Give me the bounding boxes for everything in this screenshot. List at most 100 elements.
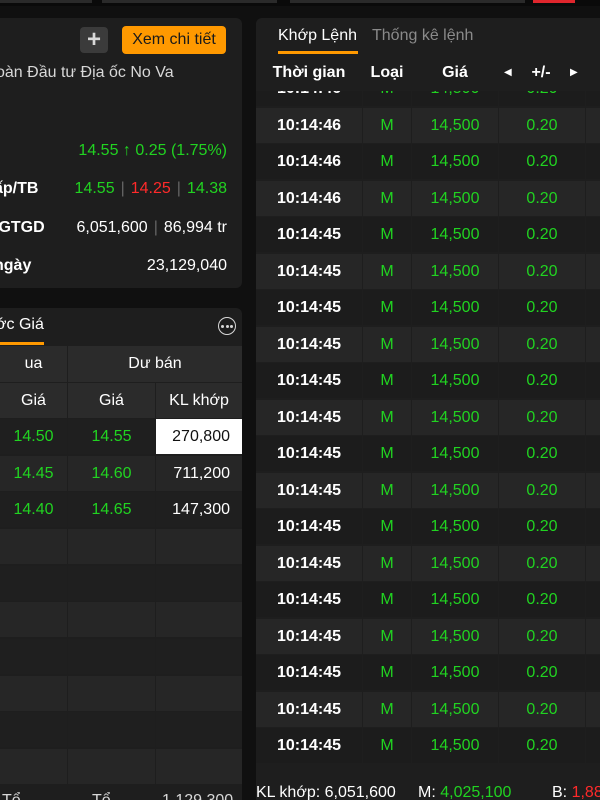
table-row[interactable]: 10:14:45 M 14,500 0.20 — [256, 509, 600, 545]
top-bar-segment-red — [533, 0, 575, 3]
footer-sell-volume: B: 1,88 — [552, 784, 600, 800]
table-row[interactable]: 10:14:45 M 14,500 0.20 — [256, 691, 600, 728]
column-header-sell-price: Giá — [68, 383, 155, 418]
matched-volume-cell: 147,300 — [156, 492, 242, 527]
b-label: B: — [552, 784, 568, 800]
price-cell: 14,500 — [412, 399, 498, 435]
sell-price-cell[interactable]: 14.60 — [68, 456, 155, 491]
caret-right-icon[interactable]: ▶ — [570, 55, 578, 91]
table-row[interactable]: 10:14:45 M 14,500 0.20 — [256, 655, 600, 691]
tab-order-statistics[interactable]: Thống kê lệnh — [372, 27, 473, 45]
time-cell: 10:14:45 — [256, 728, 362, 763]
table-row[interactable]: 10:14:46M14,5000.20 — [256, 180, 600, 217]
separator: | — [153, 219, 158, 236]
top-bar-segment — [290, 0, 525, 3]
table-row[interactable]: 10:14:45 M 14,500 0.20 — [256, 399, 600, 436]
price-cell: 14,500 — [412, 472, 498, 508]
overflow-cell — [586, 582, 600, 617]
change-cell: 0.20 — [499, 399, 585, 435]
more-horizontal-icon[interactable] — [218, 317, 236, 335]
change-cell: 0.20 — [499, 363, 585, 398]
table-row[interactable]: 10:14:45 M 14,500 0.20 — [256, 217, 600, 253]
table-row[interactable]: 10:14:46M14,5000.20 — [256, 107, 600, 144]
view-detail-button[interactable]: Xem chi tiết — [122, 26, 226, 54]
price-cell: 14,500 — [412, 290, 498, 325]
price-step-panel: ớc Giá ua Dư bán Giá Giá KL khớp 14.50 1… — [0, 308, 242, 800]
table-row[interactable]: 10:14:45 M 14,500 0.20 — [256, 326, 600, 363]
separator: | — [120, 180, 125, 197]
price-cell: 14,500 — [412, 655, 498, 690]
time-cell: 10:14:45 — [256, 618, 362, 654]
high-low-avg-label: ấp/TB — [0, 180, 39, 197]
overflow-cell — [586, 399, 600, 435]
tab-matched-orders[interactable]: Khớp Lệnh — [278, 27, 357, 45]
tab-price-step[interactable]: ớc Giá — [0, 316, 44, 334]
sell-price-cell[interactable]: 14.55 — [68, 419, 155, 454]
active-tab-indicator — [278, 51, 358, 54]
high-price: 14.55 — [74, 180, 115, 197]
column-header-type: Loại — [370, 64, 404, 81]
time-cell: 10:14:46 — [256, 91, 362, 106]
total-value: 86,994 tr — [163, 219, 227, 236]
overflow-cell — [586, 363, 600, 398]
type-cell: M — [363, 655, 411, 690]
sell-price-cell[interactable]: 14.65 — [68, 492, 155, 527]
matched-volume-cell: 270,800 — [156, 419, 242, 454]
table-row[interactable]: 10:14:45 M 14,500 0.20 — [256, 545, 600, 582]
time-cell: 10:14:45 — [256, 290, 362, 325]
table-row[interactable]: 10:14:45 M 14,500 0.20 — [256, 290, 600, 326]
price-cell: 14,500 — [412, 582, 498, 617]
table-header: Thời gian Loại Giá ◀ +/- ▶ — [256, 55, 600, 91]
column-header-price: Giá — [442, 64, 468, 81]
column-header-change: +/- — [531, 64, 551, 81]
change-cell: 0.20 — [499, 728, 585, 763]
empty-row — [0, 676, 242, 712]
column-header-matched-volume: KL khớp — [156, 383, 242, 418]
table-row[interactable]: 10:14:45 M 14,500 0.20 — [256, 618, 600, 655]
type-cell: M — [363, 545, 411, 581]
type-cell: M — [363, 728, 411, 763]
top-bar-segment — [0, 0, 92, 3]
overflow-cell — [586, 618, 600, 654]
overflow-cell — [586, 290, 600, 325]
time-cell: 10:14:46 — [256, 107, 362, 143]
time-cell: 10:14:45 — [256, 545, 362, 581]
empty-row — [0, 749, 242, 785]
table-row[interactable]: 10:14:45 M 14,500 0.20 — [256, 728, 600, 763]
buy-price-cell[interactable]: 14.40 — [0, 492, 67, 527]
change-cell: 0.20 — [499, 618, 585, 654]
overflow-cell — [586, 472, 600, 508]
change-cell: 0.20 — [499, 91, 585, 106]
price-change: 0.25 — [135, 142, 167, 159]
table-row[interactable]: 10:14:46M14,5000.20 — [256, 91, 600, 107]
time-cell: 10:14:45 — [256, 436, 362, 471]
footer-total-value: 1,129,300 — [162, 792, 233, 800]
table-row: 14.45 14.60 711,200 — [0, 456, 242, 492]
empty-row — [0, 639, 242, 675]
type-cell: M — [363, 691, 411, 727]
table-row[interactable]: 10:14:45 M 14,500 0.20 — [256, 472, 600, 509]
column-header-time: Thời gian — [272, 64, 346, 81]
overflow-cell — [586, 436, 600, 471]
change-cell: 0.20 — [499, 290, 585, 325]
type-cell: M — [363, 326, 411, 362]
overflow-cell — [586, 545, 600, 581]
buy-price-cell[interactable]: 14.45 — [0, 456, 67, 491]
high-low-avg-row: ấp/TB 14.55 | 14.25 | 14.38 — [0, 180, 236, 204]
buy-price-cell[interactable]: 14.50 — [0, 419, 67, 454]
table-row[interactable]: 10:14:45 M 14,500 0.20 — [256, 436, 600, 472]
overflow-cell — [586, 691, 600, 727]
price-cell: 14,500 — [412, 253, 498, 289]
table-row[interactable]: 10:14:46M14,5000.20 — [256, 144, 600, 180]
table-row: 14.50 14.55 270,800 — [0, 419, 242, 455]
table-row[interactable]: 10:14:45 M 14,500 0.20 — [256, 582, 600, 618]
change-cell: 0.20 — [499, 436, 585, 471]
caret-left-icon[interactable]: ◀ — [504, 55, 512, 91]
change-cell: 0.20 — [499, 326, 585, 362]
time-cell: 10:14:45 — [256, 399, 362, 435]
add-button[interactable]: + — [80, 27, 108, 53]
trades-footer: KL khớp: 6,051,600 M: 4,025,100 B: 1,88 — [256, 782, 600, 800]
table-row[interactable]: 10:14:45 M 14,500 0.20 — [256, 363, 600, 399]
empty-row — [0, 566, 242, 602]
table-row[interactable]: 10:14:45 M 14,500 0.20 — [256, 253, 600, 290]
